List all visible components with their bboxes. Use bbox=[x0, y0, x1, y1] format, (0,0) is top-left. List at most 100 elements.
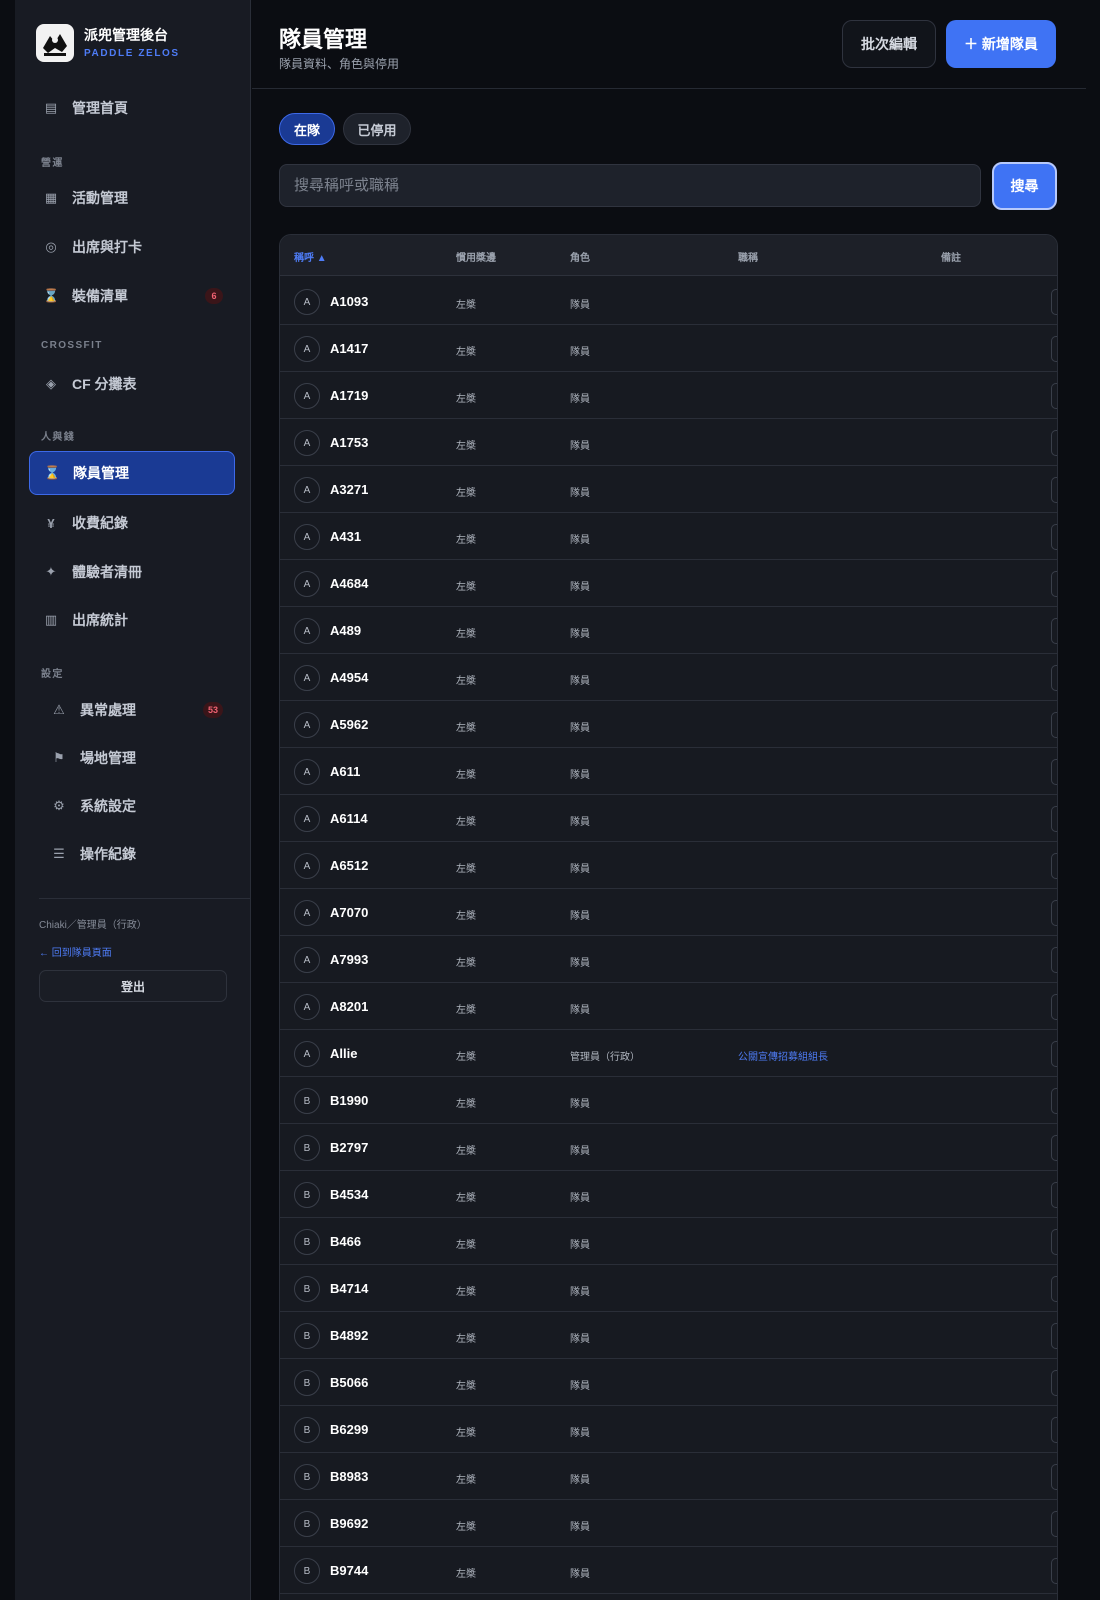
column-header-role[interactable]: 角色 bbox=[570, 249, 590, 264]
sidebar-item-venues[interactable]: ⚑ 場地管理 bbox=[29, 736, 235, 780]
member-name[interactable]: B5066 bbox=[330, 1375, 368, 1390]
member-name[interactable]: A5962 bbox=[330, 717, 368, 732]
member-name[interactable]: B9692 bbox=[330, 1516, 368, 1531]
table-row[interactable]: A A431 左槳 隊員 bbox=[280, 512, 1057, 560]
row-action-edge[interactable] bbox=[1051, 336, 1057, 362]
logout-button[interactable]: 登出 bbox=[39, 970, 227, 1002]
member-name[interactable]: A7993 bbox=[330, 952, 368, 967]
column-header-note[interactable]: 備註 bbox=[941, 249, 961, 264]
table-row[interactable]: B B6299 左槳 隊員 bbox=[280, 1405, 1057, 1453]
member-name[interactable]: B4534 bbox=[330, 1187, 368, 1202]
member-name[interactable]: A6114 bbox=[330, 811, 368, 826]
table-row[interactable]: A Allie 左槳 管理員（行政） 公關宣傳招募組組長 bbox=[280, 1029, 1057, 1077]
column-header-hand[interactable]: 慣用槳邊 bbox=[456, 249, 496, 264]
member-name[interactable]: A7070 bbox=[330, 905, 368, 920]
row-action-edge[interactable] bbox=[1051, 900, 1057, 926]
back-to-member-page-link[interactable]: ← 回到隊員頁面 bbox=[39, 944, 112, 959]
column-header-job[interactable]: 職稱 bbox=[738, 249, 758, 264]
brand[interactable]: 派兜管理後台 PADDLE ZELOS bbox=[36, 24, 180, 62]
table-row[interactable]: B B4892 左槳 隊員 bbox=[280, 1311, 1057, 1359]
tab-inactive-members[interactable]: 已停用 bbox=[343, 113, 411, 145]
table-row[interactable]: A A1417 左槳 隊員 bbox=[280, 324, 1057, 372]
column-header-name[interactable]: 稱呼 ▲ bbox=[294, 249, 327, 264]
table-row[interactable]: B B466 左槳 隊員 bbox=[280, 1217, 1057, 1265]
row-action-edge[interactable] bbox=[1051, 1323, 1057, 1349]
row-action-edge[interactable] bbox=[1051, 1088, 1057, 1114]
member-name[interactable]: B9744 bbox=[330, 1563, 368, 1578]
row-action-edge[interactable] bbox=[1051, 477, 1057, 503]
row-action-edge[interactable] bbox=[1051, 571, 1057, 597]
table-row[interactable]: A A4684 左槳 隊員 bbox=[280, 559, 1057, 607]
table-row[interactable]: A A7070 左槳 隊員 bbox=[280, 888, 1057, 936]
row-action-edge[interactable] bbox=[1051, 289, 1057, 315]
member-name[interactable]: A4954 bbox=[330, 670, 368, 685]
table-row[interactable]: A A489 左槳 隊員 bbox=[280, 606, 1057, 654]
table-row[interactable]: B B9692 左槳 隊員 bbox=[280, 1499, 1057, 1547]
sidebar-item-system-settings[interactable]: ⚙ 系統設定 bbox=[29, 784, 235, 828]
member-name[interactable]: B4892 bbox=[330, 1328, 368, 1343]
member-name[interactable]: A3271 bbox=[330, 482, 368, 497]
row-action-edge[interactable] bbox=[1051, 947, 1057, 973]
add-member-button[interactable]: ＋ 新增隊員 bbox=[946, 20, 1056, 68]
table-row[interactable]: A A611 左槳 隊員 bbox=[280, 747, 1057, 795]
row-action-edge[interactable] bbox=[1051, 1276, 1057, 1302]
row-action-edge[interactable] bbox=[1051, 1041, 1057, 1067]
table-row[interactable]: A A1753 左槳 隊員 bbox=[280, 418, 1057, 466]
row-action-edge[interactable] bbox=[1051, 1464, 1057, 1490]
table-row[interactable]: A A3271 左槳 隊員 bbox=[280, 465, 1057, 513]
sidebar-item-events[interactable]: ▦ 活動管理 bbox=[29, 176, 235, 220]
member-name[interactable]: B1990 bbox=[330, 1093, 368, 1108]
batch-edit-button[interactable]: 批次編輯 bbox=[842, 20, 936, 68]
sidebar-item-attendance[interactable]: ◎ 出席與打卡 bbox=[29, 225, 235, 269]
table-row[interactable]: B B9744 左槳 隊員 bbox=[280, 1546, 1057, 1594]
member-name[interactable]: A4684 bbox=[330, 576, 368, 591]
table-row[interactable]: B B8983 左槳 隊員 bbox=[280, 1452, 1057, 1500]
table-row[interactable]: A A1093 左槳 隊員 bbox=[280, 277, 1057, 325]
table-row[interactable]: B B1990 左槳 隊員 bbox=[280, 1076, 1057, 1124]
member-name[interactable]: A1753 bbox=[330, 435, 368, 450]
sidebar-item-payments[interactable]: ¥ 收費紀錄 bbox=[29, 501, 235, 545]
search-button[interactable]: 搜尋 bbox=[992, 162, 1057, 210]
member-name[interactable]: B4714 bbox=[330, 1281, 368, 1296]
member-name[interactable]: A1719 bbox=[330, 388, 368, 403]
row-action-edge[interactable] bbox=[1051, 665, 1057, 691]
tab-active-members[interactable]: 在隊 bbox=[279, 113, 335, 145]
member-name[interactable]: A8201 bbox=[330, 999, 368, 1014]
sidebar-item-trial-roster[interactable]: ✦ 體驗者清冊 bbox=[29, 550, 235, 594]
member-name[interactable]: Allie bbox=[330, 1046, 357, 1061]
table-row[interactable]: B B4714 左槳 隊員 bbox=[280, 1264, 1057, 1312]
table-row[interactable]: A A1719 左槳 隊員 bbox=[280, 371, 1057, 419]
row-action-edge[interactable] bbox=[1051, 430, 1057, 456]
member-name[interactable]: A489 bbox=[330, 623, 361, 638]
member-name[interactable]: B466 bbox=[330, 1234, 361, 1249]
table-row[interactable]: B B2797 左槳 隊員 bbox=[280, 1123, 1057, 1171]
member-name[interactable]: A611 bbox=[330, 764, 360, 779]
row-action-edge[interactable] bbox=[1051, 1182, 1057, 1208]
row-action-edge[interactable] bbox=[1051, 712, 1057, 738]
member-name[interactable]: B2797 bbox=[330, 1140, 368, 1155]
table-row[interactable]: A A8201 左槳 隊員 bbox=[280, 982, 1057, 1030]
table-row[interactable]: A A4954 左槳 隊員 bbox=[280, 653, 1057, 701]
row-action-edge[interactable] bbox=[1051, 1135, 1057, 1161]
member-name[interactable]: A1417 bbox=[330, 341, 368, 356]
table-row[interactable]: B B5066 左槳 隊員 bbox=[280, 1358, 1057, 1406]
row-action-edge[interactable] bbox=[1051, 806, 1057, 832]
row-action-edge[interactable] bbox=[1051, 1229, 1057, 1255]
sidebar-item-exceptions[interactable]: ⚠ 異常處理 53 bbox=[29, 688, 235, 732]
table-row[interactable]: A A5962 左槳 隊員 bbox=[280, 700, 1057, 748]
table-row[interactable]: B B4534 左槳 隊員 bbox=[280, 1170, 1057, 1218]
member-name[interactable]: A1093 bbox=[330, 294, 368, 309]
row-action-edge[interactable] bbox=[1051, 1511, 1057, 1537]
row-action-edge[interactable] bbox=[1051, 1370, 1057, 1396]
row-action-edge[interactable] bbox=[1051, 853, 1057, 879]
sidebar-item-equipment[interactable]: ⌛ 裝備清單 6 bbox=[29, 274, 235, 318]
table-row[interactable]: A A7993 左槳 隊員 bbox=[280, 935, 1057, 983]
row-action-edge[interactable] bbox=[1051, 618, 1057, 644]
table-row[interactable]: A A6114 左槳 隊員 bbox=[280, 794, 1057, 842]
row-action-edge[interactable] bbox=[1051, 1558, 1057, 1584]
row-action-edge[interactable] bbox=[1051, 1417, 1057, 1443]
sidebar-item-audit-log[interactable]: ☰ 操作紀錄 bbox=[29, 832, 235, 876]
row-action-edge[interactable] bbox=[1051, 383, 1057, 409]
row-action-edge[interactable] bbox=[1051, 524, 1057, 550]
table-row[interactable]: A A6512 左槳 隊員 bbox=[280, 841, 1057, 889]
